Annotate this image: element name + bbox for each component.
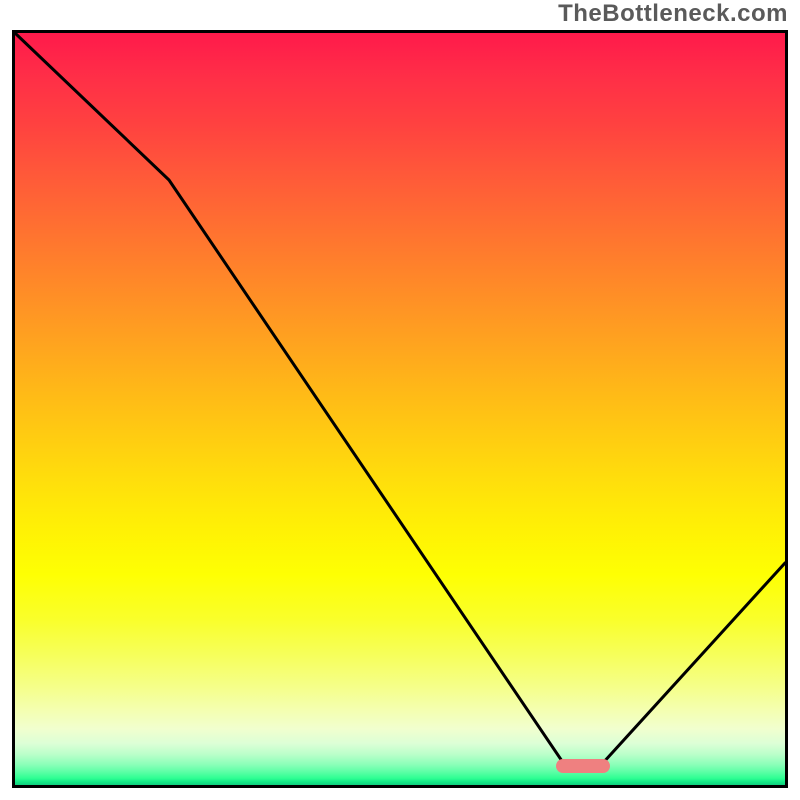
chart-marker [556, 759, 610, 773]
chart-frame [12, 30, 788, 788]
image-root: TheBottleneck.com [0, 0, 800, 800]
chart-line [15, 33, 785, 764]
watermark-text: TheBottleneck.com [558, 0, 788, 28]
chart-svg [15, 33, 785, 785]
